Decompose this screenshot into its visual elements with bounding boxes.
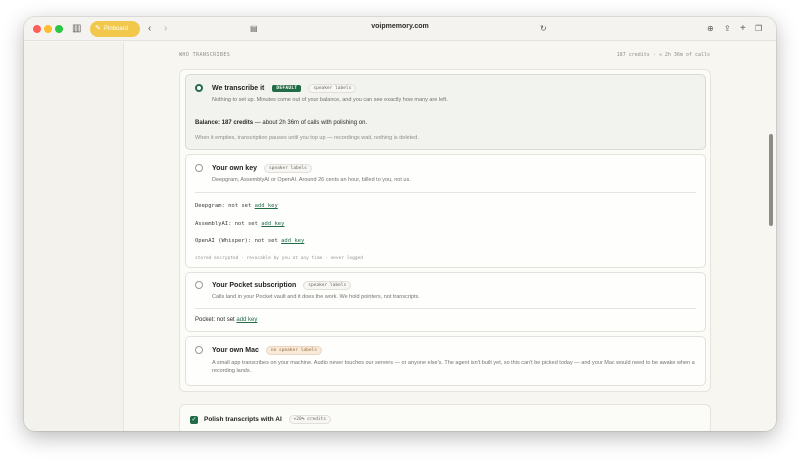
key-storage-note: stored encrypted · revocable by you at a…: [195, 256, 363, 261]
add-key-link-assemblyai[interactable]: add key: [261, 221, 284, 227]
option-we-transcribe[interactable]: We transcribe it DEFAULT speaker labels …: [185, 74, 706, 150]
option-title-text: Your own Mac: [212, 347, 259, 354]
polish-transcripts-row: ✓ Polish transcripts with AI +20% credit…: [179, 404, 711, 431]
radio-we-transcribe[interactable]: [195, 84, 203, 92]
speaker-labels-tag: speaker labels: [308, 84, 357, 93]
option-description: Nothing to set up. Minutes come out of y…: [212, 97, 448, 103]
share-icon[interactable]: ⇪: [724, 22, 731, 36]
option-own-mac[interactable]: Your own Mac no speaker labels A small a…: [185, 336, 706, 386]
option-title-text: Your own key: [212, 165, 257, 172]
option-title: Your Pocket subscription speaker labels: [212, 281, 352, 290]
default-badge: DEFAULT: [272, 85, 302, 92]
option-title: Your own key speaker labels: [212, 164, 312, 173]
main-panel: WHO TRANSCRIBES 187 credits · ≈ 2h 36m o…: [125, 42, 776, 431]
add-key-link-deepgram[interactable]: add key: [255, 203, 278, 209]
balance-label: Balance: 187 credits: [195, 120, 254, 126]
option-title: We transcribe it DEFAULT speaker labels: [212, 84, 357, 93]
key-label: AssemblyAI:: [195, 221, 232, 227]
add-key-link-openai[interactable]: add key: [281, 238, 304, 244]
key-row-openai: OpenAI (Whisper): not set add key: [195, 238, 304, 244]
transcriber-options: We transcribe it DEFAULT speaker labels …: [179, 69, 711, 392]
address-bar[interactable]: voipmemory.com: [24, 23, 776, 30]
section-label: WHO TRANSCRIBES: [179, 52, 231, 58]
key-status: not set: [224, 203, 255, 209]
left-sidebar: [24, 42, 124, 431]
key-row-assemblyai: AssemblyAI: not set add key: [195, 221, 284, 227]
download-icon[interactable]: ⊕: [707, 22, 714, 36]
option-description: Calls land in your Pocket vault and it d…: [212, 294, 420, 300]
balance-note: When it empties, transcription pauses un…: [195, 135, 419, 141]
browser-toolbar: ▥ ✎ Pinboard ‹ › ▤ voipmemory.com ↻ ⊕ ⇪ …: [24, 17, 776, 41]
no-speaker-labels-tag: no speaker labels: [265, 346, 322, 355]
key-label: Deepgram:: [195, 203, 225, 209]
option-title: Your own Mac no speaker labels: [212, 346, 322, 355]
key-row-pocket: Pocket: not set add key: [195, 317, 257, 323]
option-title-text: Your Pocket subscription: [212, 282, 297, 289]
balance-detail: — about 2h 36m of calls with polishing o…: [253, 120, 368, 126]
scrollbar[interactable]: [769, 134, 773, 226]
option-description: Deepgram, AssemblyAI or OpenAI. Around 2…: [212, 177, 411, 183]
key-row-deepgram: Deepgram: not set add key: [195, 203, 278, 209]
polish-checkbox[interactable]: ✓: [190, 416, 198, 424]
speaker-labels-tag: speaker labels: [263, 164, 312, 173]
option-title-text: We transcribe it: [212, 85, 265, 92]
tab-overview-icon[interactable]: ❐: [755, 22, 762, 36]
radio-own-mac[interactable]: [195, 346, 203, 354]
page-content: WHO TRANSCRIBES 187 credits · ≈ 2h 36m o…: [24, 42, 776, 431]
key-label: OpenAI (Whisper):: [195, 238, 252, 244]
browser-window: ▥ ✎ Pinboard ‹ › ▤ voipmemory.com ↻ ⊕ ⇪ …: [24, 17, 776, 431]
polish-label-text: Polish transcripts with AI: [204, 416, 282, 423]
option-description: A small app transcribes on your machine.…: [212, 360, 695, 374]
radio-own-key[interactable]: [195, 164, 203, 172]
option-own-key[interactable]: Your own key speaker labels Deepgram, As…: [185, 154, 706, 268]
key-status: not set: [251, 238, 282, 244]
key-status: not set: [215, 317, 237, 323]
divider: [195, 308, 696, 309]
credits-summary: 187 credits · ≈ 2h 36m of calls: [616, 52, 710, 58]
polish-label[interactable]: Polish transcripts with AI +20% credits: [204, 415, 332, 424]
balance-line: Balance: 187 credits — about 2h 36m of c…: [195, 120, 367, 126]
key-status: not set: [231, 221, 262, 227]
radio-pocket[interactable]: [195, 281, 203, 289]
key-label: Pocket:: [195, 317, 216, 323]
reload-icon[interactable]: ↻: [540, 22, 547, 36]
option-pocket[interactable]: Your Pocket subscription speaker labels …: [185, 272, 706, 332]
speaker-labels-tag: speaker labels: [303, 281, 352, 290]
credits-cost-tag: +20% credits: [288, 415, 332, 424]
add-key-link-pocket[interactable]: add key: [236, 317, 257, 323]
new-tab-icon[interactable]: +: [740, 22, 746, 36]
divider: [195, 192, 696, 193]
